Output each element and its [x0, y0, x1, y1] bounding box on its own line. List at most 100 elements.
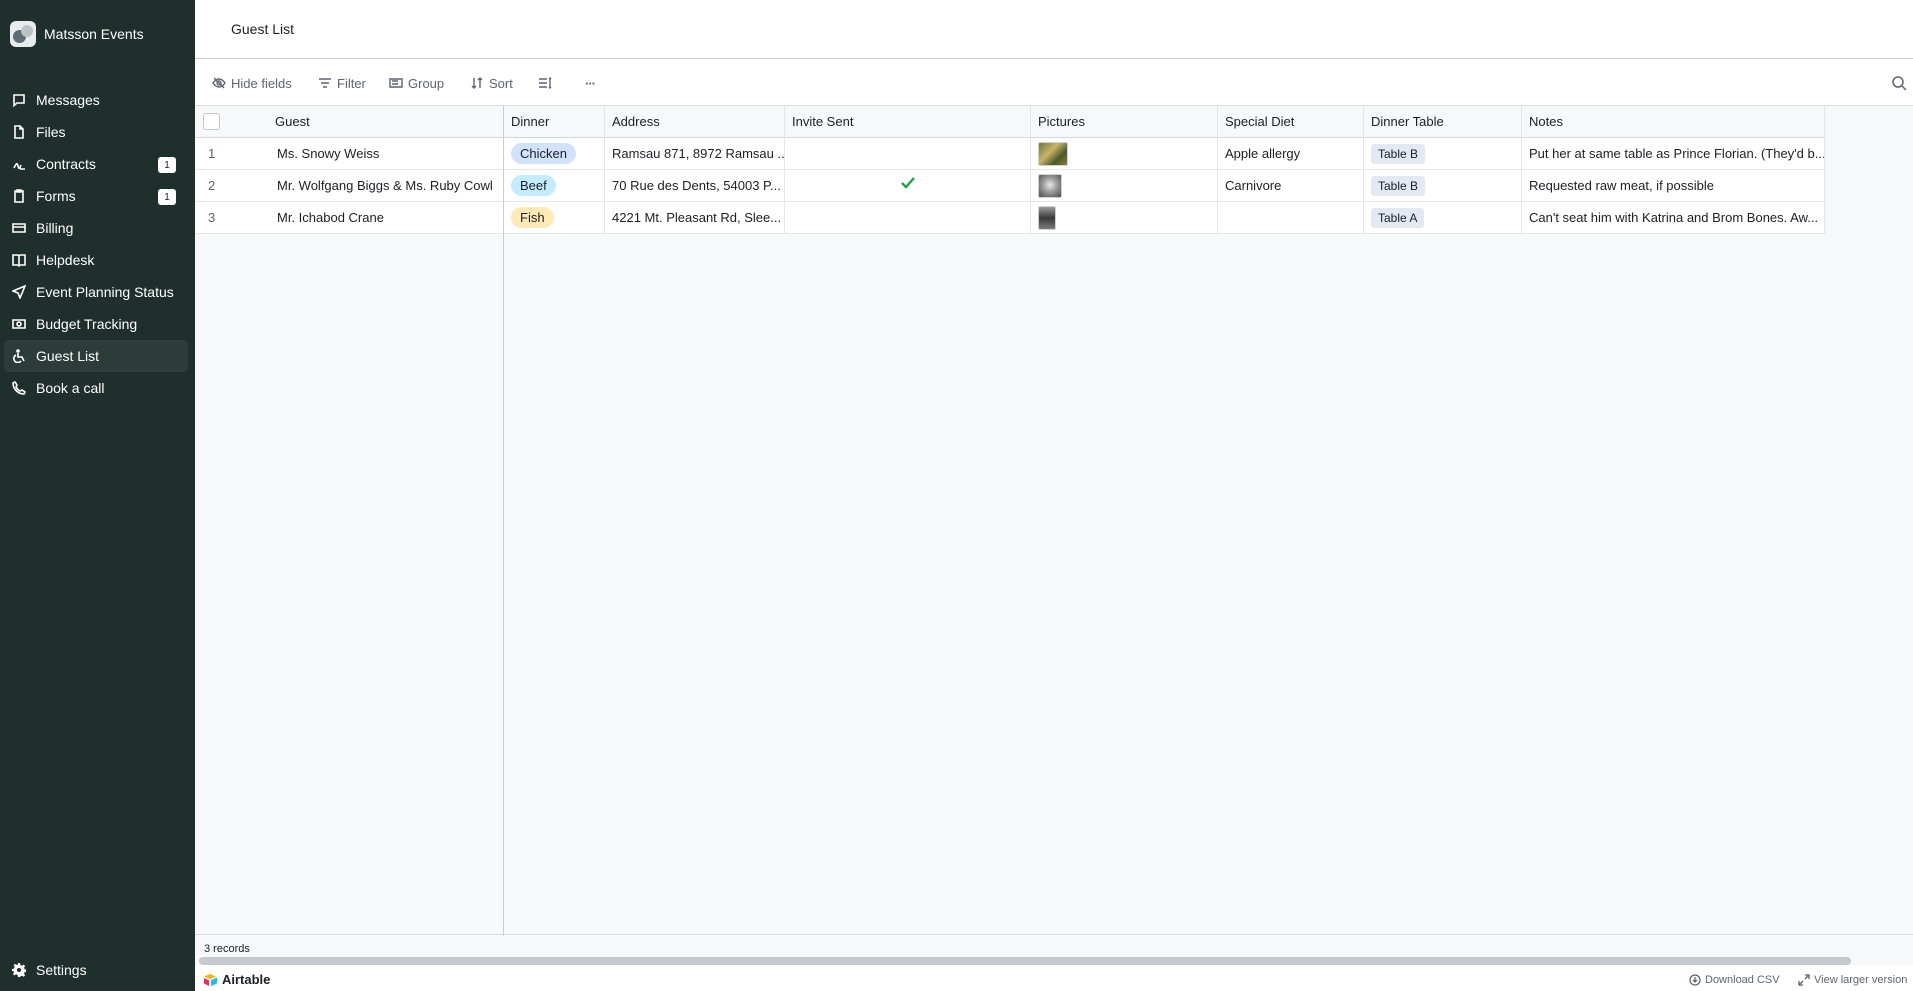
sidebar-item-label: Contracts [36, 156, 96, 172]
special-diet-cell[interactable] [1218, 202, 1364, 234]
dinner-pill: Chicken [511, 143, 576, 164]
more-options-button[interactable]: ··· [585, 71, 596, 95]
column-header-special-diet[interactable]: Special Diet [1218, 106, 1364, 138]
clipboard-icon [12, 189, 26, 203]
sidebar-item-forms[interactable]: Forms 1 [4, 180, 188, 212]
dinner-table-tag: Table A [1371, 207, 1425, 228]
filter-icon [319, 78, 331, 88]
sidebar-item-budget-tracking[interactable]: Budget Tracking [4, 308, 188, 340]
sidebar-item-guest-list[interactable]: Guest List [4, 340, 188, 372]
guest-cell[interactable]: Mr. Wolfgang Biggs & Ms. Ruby Cowl [270, 170, 503, 202]
table-row[interactable]: 1 Ms. Snowy Weiss Chicken Ramsau 871, 89… [195, 138, 1825, 170]
group-icon [389, 78, 403, 88]
column-header-dinner-table[interactable]: Dinner Table [1364, 106, 1522, 138]
dinner-cell[interactable]: Chicken [504, 138, 605, 170]
guest-cell[interactable]: Ms. Snowy Weiss [270, 138, 503, 170]
file-icon [12, 125, 26, 139]
checkmark-icon [785, 176, 1030, 191]
picture-thumbnail[interactable] [1038, 173, 1062, 198]
notes-cell[interactable]: Can't seat him with Katrina and Brom Bon… [1522, 202, 1825, 234]
address-cell[interactable]: 70 Rue des Dents, 54003 P... [605, 170, 785, 202]
sidebar-item-label: Event Planning Status [36, 284, 174, 300]
download-csv-label: Download CSV [1705, 974, 1780, 986]
contracts-badge: 1 [158, 157, 176, 173]
sidebar-item-billing[interactable]: Billing [4, 212, 188, 244]
sidebar-nav: Messages Files Contracts 1 Forms 1 Billi… [4, 84, 188, 404]
view-larger-link[interactable]: View larger version [1798, 974, 1907, 986]
sidebar-item-event-planning-status[interactable]: Event Planning Status [4, 276, 188, 308]
workspace-logo [10, 21, 36, 47]
column-header-notes[interactable]: Notes [1522, 106, 1825, 138]
view-larger-label: View larger version [1814, 974, 1908, 986]
sort-button[interactable]: Sort [470, 71, 513, 95]
address-cell[interactable]: 4221 Mt. Pleasant Rd, Slee... [605, 202, 785, 234]
workspace-brand[interactable]: Matsson Events [10, 20, 144, 48]
sidebar: Matsson Events Messages Files Contracts … [0, 0, 195, 991]
dinner-table-cell[interactable]: Table A [1364, 202, 1522, 234]
filter-button[interactable]: Filter [318, 71, 366, 95]
pictures-cell[interactable] [1031, 138, 1218, 170]
sidebar-item-helpdesk[interactable]: Helpdesk [4, 244, 188, 276]
main-content: Guest List Hide fields Filter Group Sort… [195, 0, 1913, 991]
row-number: 3 [195, 202, 270, 234]
column-header-guest[interactable]: Guest [275, 114, 310, 129]
sort-label: Sort [489, 75, 513, 91]
settings-button[interactable]: Settings [12, 962, 87, 978]
dinner-pill: Beef [511, 175, 556, 196]
airtable-logo-link[interactable]: Airtable [203, 972, 270, 987]
horizontal-scrollbar[interactable] [199, 957, 1851, 965]
expand-icon [1798, 974, 1810, 986]
notes-cell[interactable]: Put her at same table as Prince Florian.… [1522, 138, 1825, 170]
column-header-pictures[interactable]: Pictures [1031, 106, 1218, 138]
row-number: 2 [195, 170, 270, 202]
dinner-table-cell[interactable]: Table B [1364, 138, 1522, 170]
billing-icon [12, 221, 26, 235]
special-diet-cell[interactable]: Apple allergy [1218, 138, 1364, 170]
pictures-cell[interactable] [1031, 202, 1218, 234]
workspace-name: Matsson Events [44, 26, 144, 42]
column-header-dinner[interactable]: Dinner [504, 106, 605, 138]
dinner-cell[interactable]: Fish [504, 202, 605, 234]
group-label: Group [408, 75, 445, 91]
column-header-address[interactable]: Address [605, 106, 785, 138]
table-header-row: Guest Dinner Address Invite Sent Picture… [195, 106, 1825, 138]
table-row[interactable]: 3 Mr. Ichabod Crane Fish 4221 Mt. Pleasa… [195, 202, 1825, 234]
embed-footer: Airtable Download CSV View larger versio… [195, 968, 1913, 991]
invite-sent-cell[interactable] [785, 202, 1031, 234]
sidebar-item-label: Files [36, 124, 66, 140]
dinner-table-cell[interactable]: Table B [1364, 170, 1522, 202]
download-csv-link[interactable]: Download CSV [1689, 974, 1780, 986]
filter-label: Filter [337, 75, 366, 91]
message-icon [12, 93, 26, 107]
row-height-button[interactable] [538, 71, 557, 95]
sidebar-item-contracts[interactable]: Contracts 1 [4, 148, 188, 180]
notes-cell[interactable]: Requested raw meat, if possible [1522, 170, 1825, 202]
row-number: 1 [195, 138, 270, 170]
invite-sent-cell[interactable] [785, 138, 1031, 170]
wheelchair-icon [12, 349, 26, 363]
page-title: Guest List [231, 21, 295, 37]
dinner-cell[interactable]: Beef [504, 170, 605, 202]
guest-cell[interactable]: Mr. Ichabod Crane [270, 202, 503, 234]
airtable-label: Airtable [222, 972, 271, 987]
column-header-invite-sent[interactable]: Invite Sent [785, 106, 1031, 138]
special-diet-cell[interactable]: Carnivore [1218, 170, 1364, 202]
picture-thumbnail[interactable] [1038, 141, 1068, 166]
picture-thumbnail[interactable] [1038, 205, 1056, 230]
search-button[interactable] [1891, 75, 1907, 91]
select-all-checkbox[interactable] [203, 113, 220, 130]
send-icon [12, 285, 26, 299]
sidebar-item-files[interactable]: Files [4, 116, 188, 148]
group-button[interactable]: Group [389, 71, 444, 95]
hide-fields-button[interactable]: Hide fields [212, 71, 292, 95]
address-cell[interactable]: Ramsau 871, 8972 Ramsau ... [605, 138, 785, 170]
table-row[interactable]: 2 Mr. Wolfgang Biggs & Ms. Ruby Cowl Bee… [195, 170, 1825, 202]
invite-sent-cell[interactable] [785, 170, 1031, 202]
sidebar-item-book-a-call[interactable]: Book a call [4, 372, 188, 404]
sidebar-item-messages[interactable]: Messages [4, 84, 188, 116]
summary-bar-divider [195, 934, 1913, 935]
dinner-table-tag: Table B [1371, 143, 1426, 164]
money-icon [12, 317, 26, 331]
pictures-cell[interactable] [1031, 170, 1218, 202]
eye-slash-icon [212, 77, 226, 89]
